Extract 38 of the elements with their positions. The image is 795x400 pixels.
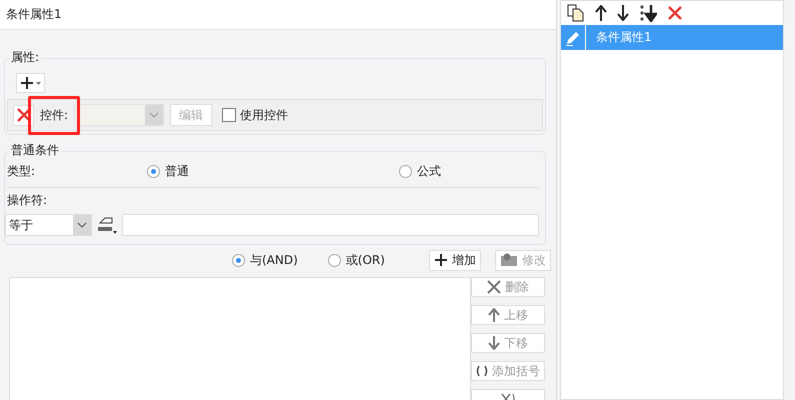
type-label: 类型: xyxy=(7,162,36,180)
value-type-icon[interactable] xyxy=(96,215,118,235)
up-arrow-icon xyxy=(488,308,500,322)
radio-label: 或(OR) xyxy=(346,252,385,268)
copy-icon[interactable] xyxy=(567,4,585,22)
brackets-icon xyxy=(476,365,488,377)
add-dropdown-button[interactable] xyxy=(16,73,45,93)
control-label: 控件: xyxy=(40,106,68,124)
down-arrow-icon xyxy=(488,336,500,350)
chevron-icon xyxy=(77,222,87,228)
highlight-frame xyxy=(28,96,80,134)
radio-label: 公式 xyxy=(417,162,441,180)
value-input[interactable] xyxy=(122,214,539,236)
operator-dropdown[interactable]: 等于 xyxy=(5,214,92,236)
radio-button[interactable] xyxy=(328,254,341,266)
radio-button[interactable] xyxy=(147,164,160,178)
plus-icon xyxy=(434,253,448,267)
move-bottom-icon[interactable] xyxy=(639,4,657,22)
use-control-checkbox[interactable] xyxy=(222,108,236,122)
pencil-icon xyxy=(565,30,581,46)
operator-label: 操作符: xyxy=(7,192,48,209)
list-item[interactable]: 条件属性1 xyxy=(561,25,783,50)
close-icon xyxy=(16,108,30,122)
checkbox-label: 使用控件 xyxy=(240,106,288,124)
group-legend: 属性: xyxy=(9,49,42,66)
up-arrow-icon[interactable] xyxy=(595,5,607,21)
radio-label: 与(AND) xyxy=(250,252,298,268)
panel-title: 条件属性1 xyxy=(6,6,62,23)
down-arrow-icon[interactable] xyxy=(617,5,629,21)
group-legend: 普通条件 xyxy=(9,142,61,159)
chevron-icon xyxy=(149,112,160,118)
radio-label: 普通 xyxy=(165,162,189,180)
close-icon xyxy=(487,280,501,294)
radio-button[interactable] xyxy=(399,164,412,178)
close-icon[interactable] xyxy=(667,5,683,21)
add-button[interactable]: 增加 xyxy=(428,250,481,270)
plus-icon xyxy=(20,76,42,90)
radio-button[interactable] xyxy=(232,254,245,266)
